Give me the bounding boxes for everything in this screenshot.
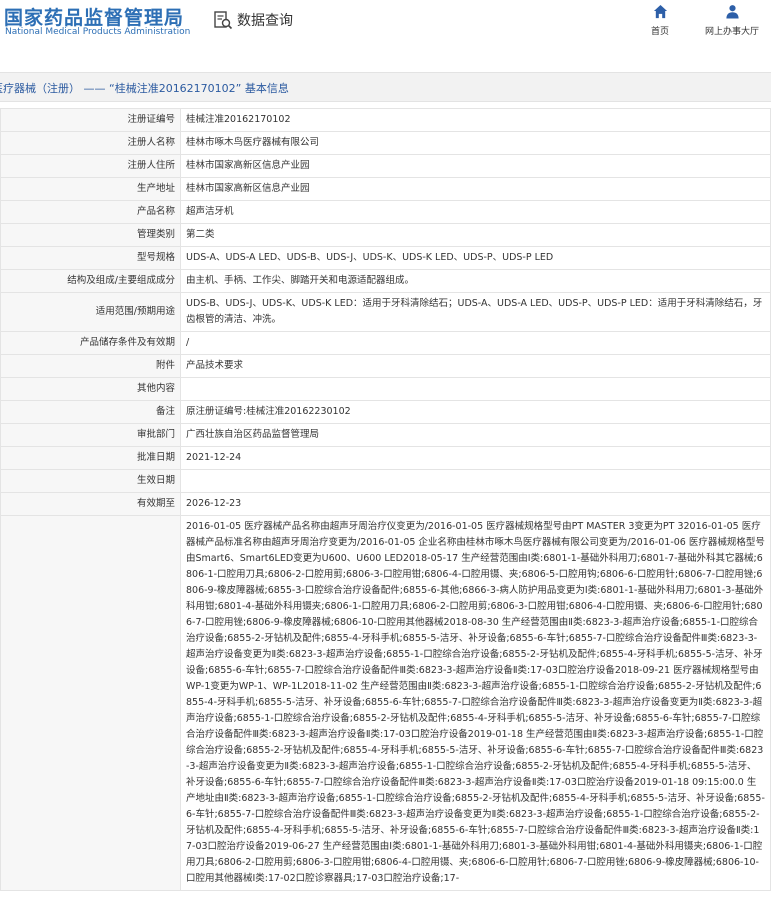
- nav-online-hall[interactable]: 网上办事大厅: [698, 4, 766, 37]
- table-row: 注册人住所 桂林市国家高新区信息产业园: [0, 154, 771, 178]
- site-logo-english: National Medical Products Administration: [5, 27, 191, 37]
- row-value: 产品技术要求: [180, 354, 771, 378]
- table-row: 结构及组成/主要组成成分 由主机、手柄、工作尖、脚踏开关和电源适配器组成。: [0, 269, 771, 293]
- row-value: 超声洁牙机: [180, 200, 771, 224]
- site-logo-text[interactable]: 国家药品监督管理局: [4, 3, 184, 30]
- row-label: 注册证编号: [0, 108, 181, 132]
- row-label: [0, 515, 181, 891]
- table-row-change-history: 2016-01-05 医疗器械产品名称由超声牙周治疗仪变更为/2016-01-0…: [0, 515, 771, 891]
- registration-info-table: 注册证编号 桂械注准20162170102 注册人名称 桂林市啄木鸟医疗器械有限公司…: [0, 108, 771, 891]
- table-row: 备注 原注册证编号:桂械注准20162230102: [0, 400, 771, 424]
- row-label: 生产地址: [0, 177, 181, 201]
- search-document-icon: [214, 11, 233, 30]
- row-value: 桂林市啄木鸟医疗器械有限公司: [180, 131, 771, 155]
- table-row: 生产地址 桂林市国家高新区信息产业园: [0, 177, 771, 201]
- row-value: 桂林市国家高新区信息产业园: [180, 177, 771, 201]
- row-value: 2021-12-24: [180, 446, 771, 470]
- row-label: 生效日期: [0, 469, 181, 493]
- row-label: 附件: [0, 354, 181, 378]
- table-row: 注册证编号 桂械注准20162170102: [0, 108, 771, 132]
- table-row: 有效期至 2026-12-23: [0, 492, 771, 516]
- table-row: 管理类别 第二类: [0, 223, 771, 247]
- nav-online-hall-label: 网上办事大厅: [704, 27, 759, 37]
- row-value: /: [180, 331, 771, 355]
- table-row: 注册人名称 桂林市啄木鸟医疗器械有限公司: [0, 131, 771, 155]
- nav-home[interactable]: 首页: [640, 4, 680, 37]
- table-row: 生效日期: [0, 469, 771, 493]
- row-value: 第二类: [180, 223, 771, 247]
- table-row: 适用范围/预期用途 UDS-B、UDS-J、UDS-K、UDS-K LED：适用于…: [0, 292, 771, 332]
- row-label: 审批部门: [0, 423, 181, 447]
- row-value: [180, 377, 771, 401]
- row-value: 2026-12-23: [180, 492, 771, 516]
- table-row: 附件 产品技术要求: [0, 354, 771, 378]
- row-label: 批准日期: [0, 446, 181, 470]
- site-header: 国家药品监督管理局 National Medical Products Admi…: [0, 0, 771, 60]
- row-label: 管理类别: [0, 223, 181, 247]
- row-value: [180, 469, 771, 493]
- row-label: 有效期至: [0, 492, 181, 516]
- row-label: 结构及组成/主要组成成分: [0, 269, 181, 293]
- row-value: 原注册证编号:桂械注准20162230102: [180, 400, 771, 424]
- row-label: 注册人住所: [0, 154, 181, 178]
- row-label: 产品名称: [0, 200, 181, 224]
- row-value: 桂械注准20162170102: [180, 108, 771, 132]
- data-query-label: 数据查询: [237, 13, 293, 29]
- row-value: UDS-B、UDS-J、UDS-K、UDS-K LED：适用于牙科清除结石；UD…: [180, 292, 771, 332]
- record-title-bar: 医疗器械（注册） —— “桂械注准20162170102” 基本信息: [0, 72, 771, 102]
- row-value: 广西壮族自治区药品监督管理局: [180, 423, 771, 447]
- user-icon: [725, 5, 739, 19]
- row-label: 型号规格: [0, 246, 181, 270]
- row-label: 适用范围/预期用途: [0, 292, 181, 332]
- table-row: 审批部门 广西壮族自治区药品监督管理局: [0, 423, 771, 447]
- table-row: 产品储存条件及有效期 /: [0, 331, 771, 355]
- home-icon: [653, 4, 667, 19]
- row-label: 产品储存条件及有效期: [0, 331, 181, 355]
- nav-home-label: 首页: [650, 27, 669, 37]
- change-history-value: 2016-01-05 医疗器械产品名称由超声牙周治疗仪变更为/2016-01-0…: [180, 515, 771, 891]
- table-row: 产品名称 超声洁牙机: [0, 200, 771, 224]
- row-value: UDS-A、UDS-A LED、UDS-B、UDS-J、UDS-K、UDS-K …: [180, 246, 771, 270]
- row-label: 注册人名称: [0, 131, 181, 155]
- row-label: 其他内容: [0, 377, 181, 401]
- table-row: 其他内容: [0, 377, 771, 401]
- row-label: 备注: [0, 400, 181, 424]
- record-title: 医疗器械（注册） —— “桂械注准20162170102” 基本信息: [0, 82, 289, 95]
- row-value: 由主机、手柄、工作尖、脚踏开关和电源适配器组成。: [180, 269, 771, 293]
- table-row: 批准日期 2021-12-24: [0, 446, 771, 470]
- row-value: 桂林市国家高新区信息产业园: [180, 154, 771, 178]
- data-query-link[interactable]: 数据查询: [213, 9, 293, 31]
- table-row: 型号规格 UDS-A、UDS-A LED、UDS-B、UDS-J、UDS-K、UD…: [0, 246, 771, 270]
